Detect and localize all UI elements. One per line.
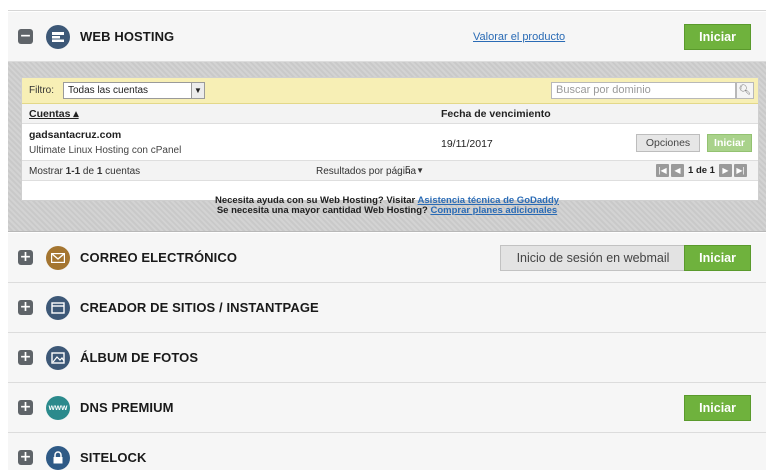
expand-toggle-icon[interactable]: + xyxy=(18,250,33,265)
buy-plans-link[interactable]: Comprar planes adicionales xyxy=(430,205,557,216)
expand-toggle-icon[interactable]: + xyxy=(18,350,33,365)
product-title: ÁLBUM DE FOTOS xyxy=(80,350,199,365)
search-icon[interactable]: 🔍︎ xyxy=(736,82,754,99)
filter-bar: Filtro: Todas las cuentas ▼ Buscar por d… xyxy=(22,78,758,104)
filter-select-value: Todas las cuentas xyxy=(68,85,149,96)
product-row-web-hosting: − WEB HOSTING Valorar el producto Inicia… xyxy=(8,12,766,62)
email-icon xyxy=(46,245,70,270)
pagination: |◀ ◀ 1 de 1 ▶ ▶| xyxy=(656,164,747,177)
web-hosting-start-button[interactable]: Iniciar xyxy=(684,23,751,50)
product-title: CREADOR DE SITIOS / INSTANTPAGE xyxy=(80,300,319,315)
dropdown-arrow-icon: ▼ xyxy=(191,83,204,98)
page-indicator: 1 de 1 xyxy=(688,165,715,176)
account-start-button[interactable]: Iniciar xyxy=(707,134,752,152)
expand-toggle-icon[interactable]: + xyxy=(18,450,33,465)
product-title: CORREO ELECTRÓNICO xyxy=(80,250,238,265)
next-page-icon[interactable]: ▶ xyxy=(718,164,732,177)
product-row-email: + CORREO ELECTRÓNICO Inicio de sesión en… xyxy=(8,233,766,283)
collapse-toggle-icon[interactable]: − xyxy=(18,29,33,44)
column-expiry: Fecha de vencimiento xyxy=(441,108,551,120)
help-text: Necesita ayuda con su Web Hosting? Visit… xyxy=(214,195,560,216)
filter-select[interactable]: Todas las cuentas ▼ xyxy=(63,82,205,99)
prev-page-icon[interactable]: ◀ xyxy=(671,164,684,177)
column-accounts[interactable]: Cuentas ▴ xyxy=(29,108,79,120)
email-start-button[interactable]: Iniciar xyxy=(684,244,751,271)
table-row: gadsantacruz.com Ultimate Linux Hosting … xyxy=(22,124,758,161)
table-header: Cuentas ▴ Fecha de vencimiento xyxy=(22,104,758,124)
web-hosting-panel: Filtro: Todas las cuentas ▼ Buscar por d… xyxy=(8,62,766,232)
web-hosting-icon xyxy=(46,24,70,49)
webmail-login-button[interactable]: Inicio de sesión en webmail xyxy=(500,244,686,271)
expand-toggle-icon[interactable]: + xyxy=(18,300,33,315)
sitelock-icon xyxy=(46,445,70,470)
photo-album-icon xyxy=(46,345,70,370)
product-row-site-builder: + CREADOR DE SITIOS / INSTANTPAGE xyxy=(8,283,766,333)
dns-start-button[interactable]: Iniciar xyxy=(684,394,751,421)
product-title: DNS PREMIUM xyxy=(80,400,174,415)
expand-toggle-icon[interactable]: + xyxy=(18,400,33,415)
dns-icon: www xyxy=(46,395,70,420)
product-row-photo-album: + ÁLBUM DE FOTOS xyxy=(8,333,766,383)
product-row-dns: + www DNS PREMIUM Iniciar xyxy=(8,383,766,433)
rate-product-link[interactable]: Valorar el producto xyxy=(473,31,565,43)
site-builder-icon xyxy=(46,295,70,320)
last-page-icon[interactable]: ▶| xyxy=(733,164,747,177)
showing-count: Mostrar 1-1 de 1 cuentas xyxy=(29,166,141,177)
table-footer: Mostrar 1-1 de 1 cuentas Resultados por … xyxy=(22,161,758,181)
accounts-table: Filtro: Todas las cuentas ▼ Buscar por d… xyxy=(21,77,759,201)
product-title: SITELOCK xyxy=(80,450,147,465)
top-divider xyxy=(8,10,766,11)
results-per-page-label: Resultados por página xyxy=(316,166,417,177)
domain-search-input[interactable]: Buscar por dominio xyxy=(551,82,736,99)
account-plan: Ultimate Linux Hosting con cPanel xyxy=(29,145,182,156)
product-title: WEB HOSTING xyxy=(80,29,175,44)
results-per-page-select[interactable]: 5 ▼ xyxy=(405,164,441,178)
filter-label: Filtro: xyxy=(29,85,54,96)
product-row-sitelock: + SITELOCK xyxy=(8,433,766,470)
first-page-icon[interactable]: |◀ xyxy=(656,164,669,177)
account-domain: gadsantacruz.com xyxy=(29,129,122,141)
options-button[interactable]: Opciones xyxy=(636,134,700,152)
account-expiry: 19/11/2017 xyxy=(441,138,493,150)
